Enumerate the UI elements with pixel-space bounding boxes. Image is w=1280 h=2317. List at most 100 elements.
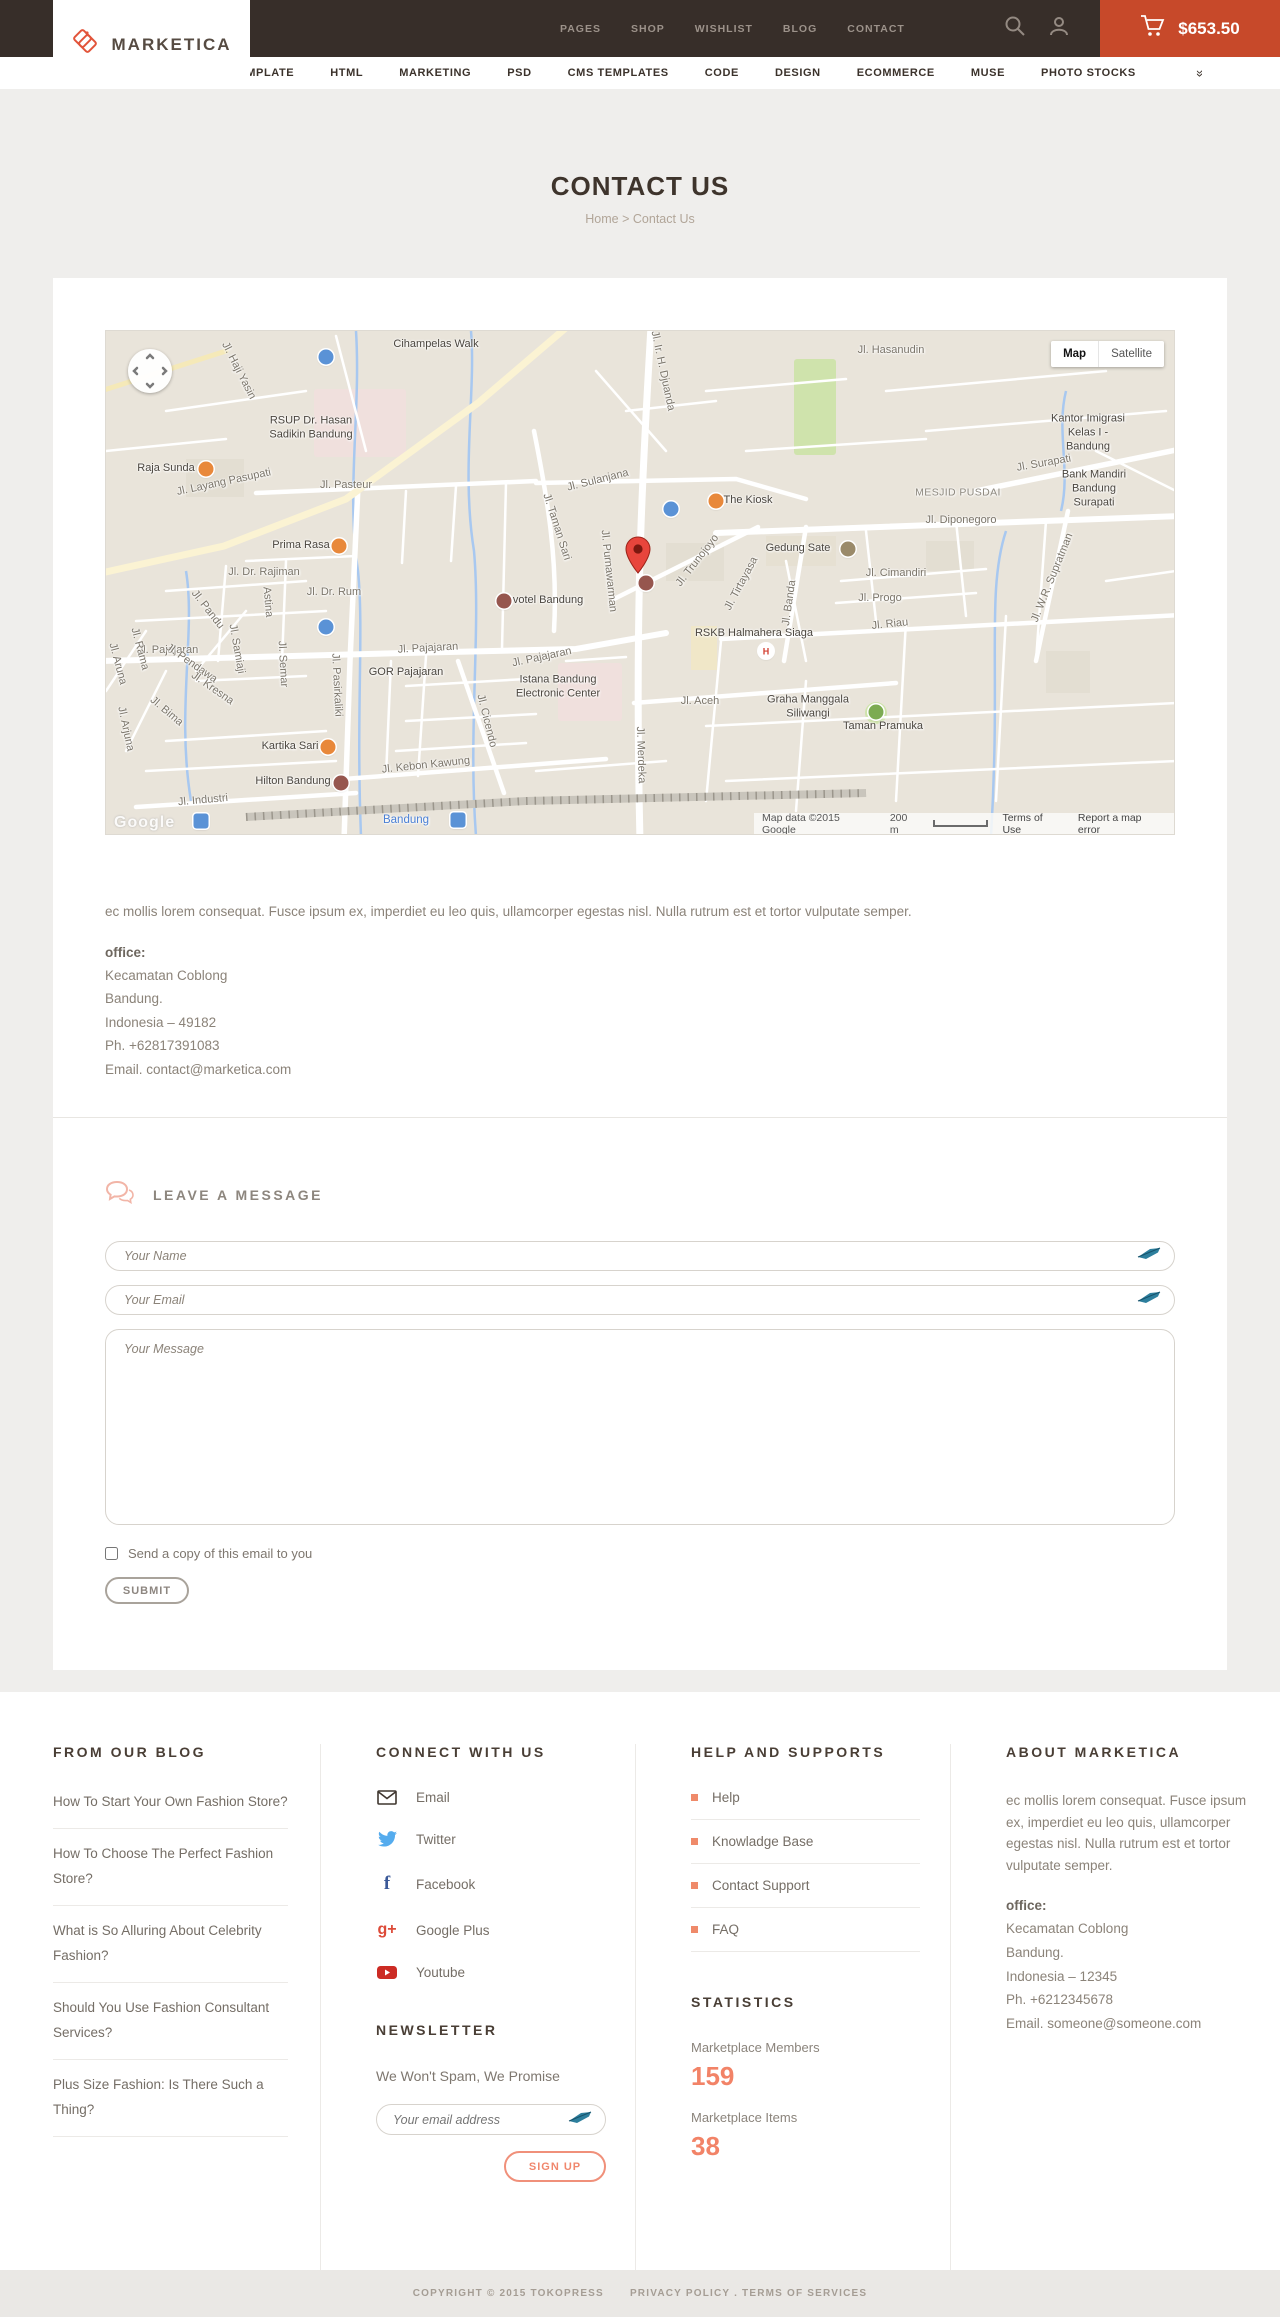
brand-name: MARKETICA [111,34,232,54]
nav-shop[interactable]: SHOP [631,23,665,35]
map-data-credit: Map data ©2015 Google [762,811,840,835]
cart-button[interactable]: $653.50 [1100,0,1280,57]
brand-logo[interactable]: MARKETICA [53,0,250,89]
connect-facebook[interactable]: f Facebook [376,1873,605,1895]
map-label: Jl. Progo [858,592,902,605]
cart-total: $653.50 [1178,18,1240,38]
catnav-psd[interactable]: PSD [507,67,531,79]
map-label: Jl. Hasanudin [857,344,925,357]
catnav-html[interactable]: HTML [330,67,363,79]
nav-contact[interactable]: CONTACT [847,23,905,35]
blog-post-link[interactable]: How To Choose The Perfect Fashion Store? [53,1829,288,1906]
connect-heading: CONNECT WITH US [376,1744,546,1760]
catnav-photo-stocks[interactable]: PHOTO STOCKS [1041,67,1136,79]
help-link: FAQ [691,1908,920,1952]
contact-intro-text: ec mollis lorem consequat. Fusce ipsum e… [105,904,912,919]
connect-youtube[interactable]: Youtube [376,1965,605,1980]
copyright-text: COPYRIGHT © 2015 TOKOPRESS [412,2288,604,2299]
chat-bubbles-icon [105,1180,135,1209]
map-label: Istana Bandung Electronic Center [515,673,601,699]
search-icon[interactable] [1004,15,1026,42]
map-label: Jl. Cimandiri [865,567,927,580]
terms-of-use-link[interactable]: Terms of Use [1002,812,1063,835]
terms-of-services-link[interactable]: TERMS OF SERVICES [742,2288,867,2299]
copyright-bar: COPYRIGHT © 2015 TOKOPRESS PRIVACY POLIC… [0,2270,1280,2317]
government-icon [840,541,856,557]
top-header: MARKETICA PAGES SHOP WISHLIST BLOG CONTA… [0,0,1280,89]
map-type-control: Map Satellite [1051,341,1164,367]
map-station-label: Bandung [382,813,430,826]
newsletter-tagline: We Won't Spam, We Promise [376,2068,560,2084]
breadcrumb-home[interactable]: Home [585,212,618,226]
map-attribution: Map data ©2015 Google 200 m Terms of Use… [754,811,1174,835]
privacy-policy-link[interactable]: PRIVACY POLICY [630,2288,730,2299]
google-plus-icon: g+ [377,1921,397,1938]
send-copy-checkbox[interactable] [105,1547,118,1560]
statistics-heading: STATISTICS [691,1994,796,2010]
connect-google-plus[interactable]: g+ Google Plus [376,1921,605,1939]
breadcrumb-current: Contact Us [632,212,695,226]
site-footer: FROM OUR BLOG How To Start Your Own Fash… [0,1692,1280,2270]
items-label: Marketplace Items [691,2110,798,2125]
blog-post-link[interactable]: How To Start Your Own Fashion Store? [53,1790,288,1829]
members-label: Marketplace Members [691,2040,820,2055]
map-label: Jl. Dr. Rajiman [228,566,300,579]
map-label: Prima Rasa [272,539,330,552]
hospital-icon: H [758,643,774,659]
email-input[interactable] [105,1285,1175,1315]
report-map-error-link[interactable]: Report a map error [1078,812,1166,835]
map-type-satellite-button[interactable]: Satellite [1099,341,1164,367]
form-heading: LEAVE A MESSAGE [153,1186,324,1203]
map-label: Jl. Merdeka [633,726,648,784]
help-link: Help [691,1790,920,1820]
footer-connect-column: CONNECT WITH US Email Twitter f Facebook… [320,1744,635,2270]
nav-blog[interactable]: BLOG [783,23,817,35]
members-count: 159 [691,2061,735,2091]
shopping-icon [318,349,334,365]
location-marker[interactable] [625,536,651,579]
leave-message-card: LEAVE A MESSAGE Send a copy of this emai… [53,1117,1227,1670]
connect-email[interactable]: Email [376,1790,605,1805]
map-type-map-button[interactable]: Map [1051,341,1100,367]
breadcrumb: Home > Contact Us [585,212,694,226]
nav-wishlist[interactable]: WISHLIST [695,23,753,35]
page-header: CONTACT US Home > Contact Us [0,89,1280,278]
youtube-icon [376,1965,398,1980]
square-bullet-icon [691,1882,698,1889]
footer-blog-column: FROM OUR BLOG How To Start Your Own Fash… [0,1744,320,2270]
blog-post-link[interactable]: Should You Use Fashion Consultant Servic… [53,1983,288,2060]
map-pan-control[interactable] [128,349,172,393]
map-label: Jl. Pasteur [320,479,372,492]
train-station-icon [193,813,209,829]
catnav-code[interactable]: CODE [705,67,739,79]
blog-post-link[interactable]: What is So Alluring About Celebrity Fash… [53,1906,288,1983]
nav-pages[interactable]: PAGES [560,23,601,35]
connect-twitter[interactable]: Twitter [376,1831,605,1847]
footer-about-column: ABOUT MARKETICA ec mollis lorem consequa… [950,1744,1280,2270]
catnav-design[interactable]: DESIGN [775,67,821,79]
map-scale-label: 200 m [889,811,908,835]
blog-post-link[interactable]: Plus Size Fashion: Is There Such a Thing… [53,2060,288,2137]
catnav-marketing[interactable]: MARKETING [399,67,471,79]
chevron-down-double-icon[interactable]: « [1191,69,1206,76]
signup-button[interactable]: SIGN UP [504,2151,606,2182]
about-office-label: office: [1006,1898,1047,1914]
map-label: Taman Pramuka [842,720,924,733]
help-link: Knowladge Base [691,1820,920,1864]
google-map[interactable]: Cihampelas Walk Jl. Hasanudin Jl. Ir. H.… [105,330,1175,835]
name-input[interactable] [105,1241,1175,1271]
pen-icon [568,2111,592,2129]
hotel-icon [496,593,512,609]
catnav-muse[interactable]: MUSE [971,67,1005,79]
submit-button[interactable]: SUBMIT [105,1577,189,1604]
square-bullet-icon [691,1794,698,1801]
catnav-ecommerce[interactable]: ECOMMERCE [857,67,935,79]
newsletter-heading: NEWSLETTER [376,2022,498,2038]
catnav-cms-templates[interactable]: CMS TEMPLATES [568,67,669,79]
map-label: MESJID PUSDAI [915,486,1001,499]
message-textarea[interactable] [105,1329,1175,1525]
map-scale-bar [932,820,989,827]
email-icon [376,1790,398,1805]
user-icon[interactable] [1048,15,1070,42]
header-nav: PAGES SHOP WISHLIST BLOG CONTACT [560,0,904,57]
